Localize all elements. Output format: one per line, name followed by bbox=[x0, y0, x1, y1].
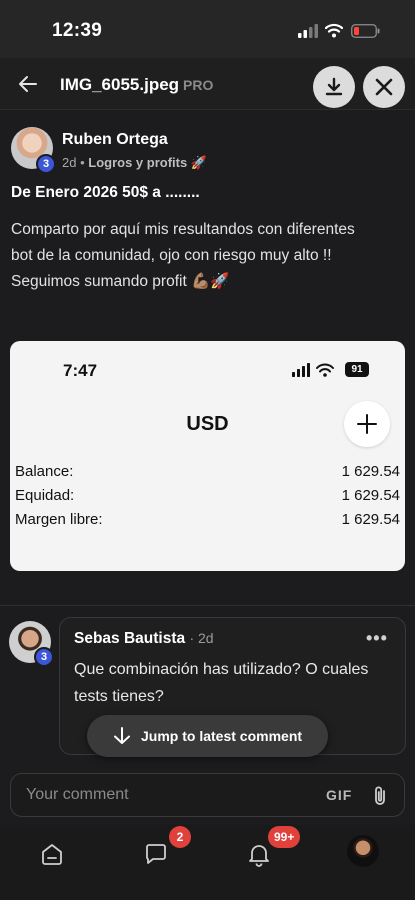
post-author[interactable]: Ruben Ortega bbox=[62, 131, 168, 149]
comment-composer[interactable]: Your comment GIF bbox=[10, 773, 405, 817]
image-row-value: 1 629.54 bbox=[341, 511, 400, 528]
image-row-value: 1 629.54 bbox=[341, 487, 400, 504]
bell-icon bbox=[249, 845, 269, 867]
plus-icon bbox=[357, 414, 377, 434]
comment-line: tests tienes? bbox=[74, 688, 164, 705]
post-title: De Enero 2026 50$ a ........ bbox=[11, 184, 200, 201]
more-options-icon[interactable]: ••• bbox=[366, 628, 388, 649]
commenter-level-badge: 3 bbox=[34, 647, 54, 667]
comment-text: Que combinación has utilizado? O cuales … bbox=[74, 656, 392, 710]
comment-age: · 2d bbox=[189, 630, 214, 646]
attached-image[interactable]: 7:47 91 USD Balance: 1 629.54 Equidad: 1… bbox=[10, 341, 405, 571]
file-name: IMG_6055.jpeg bbox=[60, 75, 180, 94]
image-row-label: Margen libre: bbox=[15, 511, 103, 528]
comment-input-placeholder[interactable]: Your comment bbox=[26, 786, 129, 804]
image-battery-icon: 91 bbox=[345, 362, 369, 377]
jump-to-latest-comment-button[interactable]: Jump to latest comment bbox=[87, 715, 328, 757]
notifications-count-badge: 99+ bbox=[268, 826, 301, 848]
pro-badge: PRO bbox=[183, 77, 214, 93]
post-body-line: Seguimos sumando profit 💪🏽🚀 bbox=[11, 273, 230, 290]
post-age: 2d bbox=[62, 155, 77, 170]
profile-avatar[interactable] bbox=[347, 835, 379, 867]
image-signal-wifi-icon bbox=[292, 363, 334, 377]
post-body-line: bot de la comunidad, ojo con riesgo muy … bbox=[11, 247, 332, 264]
post-body: Comparto por aquí mis resultandos con di… bbox=[11, 217, 401, 295]
comment-author[interactable]: Sebas Bautista bbox=[74, 630, 185, 647]
comment-author-line: Sebas Bautista · 2d bbox=[74, 630, 214, 648]
gif-button[interactable]: GIF bbox=[326, 787, 352, 803]
tab-home[interactable] bbox=[37, 839, 67, 869]
comment-line: Que combinación has utilizado? O cuales bbox=[74, 661, 369, 678]
author-level-badge: 3 bbox=[36, 154, 56, 174]
signal-icon bbox=[298, 24, 318, 38]
post-body-line: Comparto por aquí mis resultandos con di… bbox=[11, 221, 355, 238]
image-row-label: Equidad: bbox=[15, 487, 75, 504]
post-category[interactable]: Logros y profits 🚀 bbox=[88, 155, 207, 170]
chat-icon bbox=[146, 844, 166, 864]
clock: 12:39 bbox=[52, 20, 103, 41]
arrow-down-icon bbox=[114, 727, 130, 744]
image-add-button bbox=[344, 401, 390, 447]
close-icon bbox=[375, 78, 393, 96]
wifi-icon bbox=[325, 23, 343, 38]
home-icon bbox=[42, 844, 62, 865]
jump-label: Jump to latest comment bbox=[141, 728, 303, 744]
bottom-tab-bar: 2 99+ bbox=[0, 825, 415, 900]
divider bbox=[0, 605, 415, 606]
tab-chat[interactable] bbox=[141, 839, 171, 869]
battery-icon bbox=[351, 24, 380, 38]
status-bar: 12:39 bbox=[0, 0, 415, 58]
image-clock: 7:47 bbox=[63, 361, 98, 380]
media-viewer-header: IMG_6055.jpeg PRO bbox=[0, 58, 415, 110]
download-icon bbox=[325, 77, 343, 96]
post-meta: 2d • Logros y profits 🚀 bbox=[62, 155, 207, 170]
download-button[interactable] bbox=[313, 66, 355, 108]
image-row-label: Balance: bbox=[15, 463, 74, 480]
attachment-icon[interactable] bbox=[371, 785, 389, 807]
image-row-value: 1 629.54 bbox=[341, 463, 400, 480]
close-button[interactable] bbox=[363, 66, 405, 108]
chat-count-badge: 2 bbox=[169, 826, 191, 848]
back-arrow-icon[interactable] bbox=[16, 72, 40, 96]
